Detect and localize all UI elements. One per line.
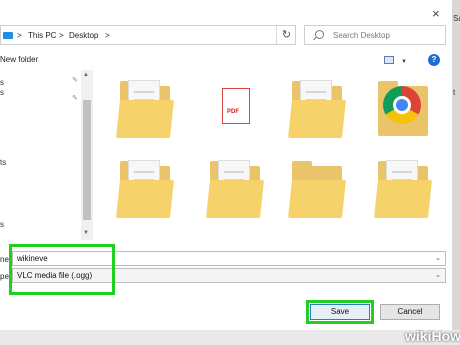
file-type-label: pe — [0, 272, 9, 281]
file-tile[interactable] — [114, 156, 176, 224]
file-tile[interactable] — [204, 156, 266, 224]
file-tile[interactable] — [114, 76, 176, 144]
background-window — [0, 330, 460, 345]
breadcrumb-separator: > — [105, 31, 110, 40]
cancel-button[interactable]: Cancel — [380, 304, 440, 320]
chevron-down-icon[interactable]: ⌄ — [435, 254, 441, 262]
breadcrumb-separator: > — [59, 31, 64, 40]
chevron-down-icon[interactable]: ⌄ — [435, 271, 441, 279]
background-text: t — [453, 88, 456, 97]
file-name-label: ne — [0, 255, 9, 264]
this-pc-icon — [3, 32, 13, 39]
nav-item[interactable]: s — [0, 78, 4, 87]
refresh-icon[interactable]: ↻ — [276, 26, 296, 44]
file-tile[interactable] — [372, 76, 434, 144]
file-tile[interactable] — [286, 76, 348, 144]
scrollbar-thumb[interactable] — [83, 100, 91, 220]
new-folder-button[interactable]: New folder — [0, 55, 38, 64]
file-view: PDF — [100, 70, 440, 240]
address-bar[interactable]: > This PC > Desktop > — [0, 25, 296, 45]
help-icon[interactable]: ? — [428, 54, 440, 66]
breadcrumb-this-pc[interactable]: This PC — [28, 31, 56, 40]
search-input[interactable]: Search Desktop — [333, 31, 390, 40]
pin-icon: ✎ — [72, 77, 78, 84]
screenshot-root: × > This PC > Desktop > ↻ Search Desktop… — [0, 0, 460, 345]
view-options-icon[interactable]: ▼ — [384, 56, 407, 66]
breadcrumb-separator: > — [17, 31, 22, 40]
chrome-icon — [383, 86, 421, 124]
search-box[interactable]: Search Desktop — [304, 25, 446, 45]
background-window — [452, 0, 460, 345]
file-tile[interactable]: PDF — [204, 76, 266, 144]
nav-item[interactable]: s — [0, 88, 4, 97]
scroll-up-icon[interactable]: ▲ — [83, 72, 89, 78]
highlight-box — [306, 300, 374, 324]
search-icon — [315, 30, 324, 39]
pin-icon: ✎ — [72, 95, 78, 102]
save-as-dialog: × > This PC > Desktop > ↻ Search Desktop… — [0, 0, 452, 330]
nav-item[interactable]: s — [0, 220, 4, 229]
close-icon[interactable]: × — [432, 6, 440, 21]
breadcrumb-desktop[interactable]: Desktop — [69, 31, 98, 40]
file-tile[interactable] — [286, 156, 348, 224]
nav-scrollbar[interactable]: ▲ ▼ — [81, 70, 93, 240]
scroll-down-icon[interactable]: ▼ — [83, 230, 89, 236]
nav-item[interactable]: ts — [0, 158, 6, 167]
pdf-badge: PDF — [227, 109, 239, 115]
background-text: Sa — [453, 14, 460, 23]
pdf-file-icon: PDF — [217, 88, 250, 133]
wikihow-watermark: wikiHow — [405, 328, 460, 344]
highlight-box — [9, 244, 115, 295]
file-tile[interactable] — [372, 156, 434, 224]
